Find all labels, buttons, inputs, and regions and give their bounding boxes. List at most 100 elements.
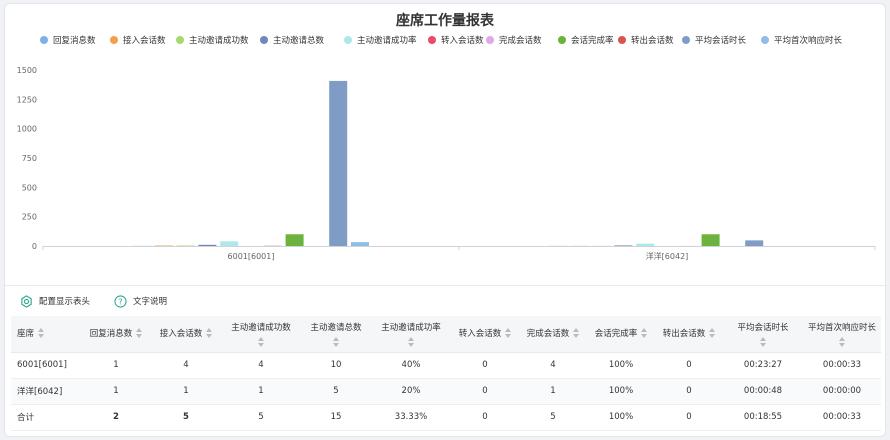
legend-dot-icon bbox=[176, 36, 184, 44]
y-tick-label: 250 bbox=[22, 213, 37, 222]
bar bbox=[745, 240, 764, 246]
column-header[interactable]: 转出会话数 bbox=[655, 316, 723, 353]
column-header[interactable]: 会话完成率 bbox=[587, 316, 655, 353]
column-header[interactable]: 转入会话数 bbox=[451, 316, 519, 353]
x-tick-label: 洋洋[6042] bbox=[646, 251, 689, 261]
column-header[interactable]: 主动邀请成功数 bbox=[221, 316, 301, 353]
column-header-label: 接入会话数 bbox=[159, 328, 203, 339]
total-row: 合计 2 5 5 15 33.33% 0 5 100% 0 00:18:55 00:00:33 bbox=[11, 404, 881, 431]
table-cell: 0 bbox=[655, 404, 723, 431]
table-cell: 4 bbox=[151, 352, 221, 379]
legend-dot-icon bbox=[558, 36, 566, 44]
sort-icon[interactable] bbox=[333, 336, 339, 347]
column-header[interactable]: 接入会话数 bbox=[151, 316, 221, 353]
bar bbox=[614, 245, 633, 246]
sort-icon[interactable] bbox=[839, 336, 845, 347]
sort-icon[interactable] bbox=[258, 336, 264, 347]
legend-label: 转出会话数 bbox=[631, 36, 674, 46]
table-cell: 0 bbox=[655, 378, 723, 405]
y-tick-label: 500 bbox=[22, 183, 37, 192]
table-cell: 5 bbox=[221, 404, 301, 431]
legend-label: 主动邀请成功率 bbox=[357, 36, 417, 46]
column-header[interactable]: 完成会话数 bbox=[519, 316, 587, 353]
table-cell: 5 bbox=[519, 404, 587, 431]
column-header-label: 主动邀请总数 bbox=[310, 322, 362, 333]
column-header[interactable]: 回复消息数 bbox=[81, 316, 151, 353]
table-cell: 33.33% bbox=[371, 404, 451, 431]
chart-legend: 回复消息数 接入会话数 主动邀请成功数 主动邀请总数 主动邀请成功率 转入会话数 完成会话数… bbox=[35, 32, 875, 48]
column-header[interactable]: 平均会话时长 bbox=[723, 316, 803, 353]
legend-item[interactable]: 接入会话数 bbox=[110, 32, 166, 48]
legend-label: 主动邀请总数 bbox=[273, 36, 325, 46]
legend-item[interactable]: 回复消息数 bbox=[40, 32, 96, 48]
table-cell: 1 bbox=[519, 378, 587, 405]
sort-icon[interactable] bbox=[206, 328, 213, 339]
sort-icon[interactable] bbox=[709, 328, 716, 339]
column-header-label: 座席 bbox=[17, 328, 35, 339]
legend-dot-icon bbox=[110, 36, 118, 44]
text-help-label: 文字说明 bbox=[133, 297, 168, 307]
table-cell: 15 bbox=[301, 404, 371, 431]
column-header-label: 转入会话数 bbox=[458, 328, 502, 339]
bar bbox=[329, 80, 348, 246]
column-header-label: 转出会话数 bbox=[662, 328, 706, 339]
y-tick-label: 1250 bbox=[17, 95, 37, 104]
column-header[interactable]: 主动邀请成功率 bbox=[371, 316, 451, 353]
bar bbox=[351, 242, 369, 246]
table-row: 洋洋[6042] 1 1 1 5 20% 0 1 100% 0 00:00:48 00:00:00 bbox=[11, 378, 881, 405]
table-toolbar: 配置显示表头 ? 文字说明 bbox=[5, 285, 885, 315]
text-help-button[interactable]: ? 文字说明 bbox=[113, 294, 167, 308]
table-cell: 00:23:27 bbox=[723, 352, 803, 379]
legend-item[interactable]: 主动邀请成功率 bbox=[344, 32, 417, 48]
legend-item[interactable]: 主动邀请成功数 bbox=[176, 32, 249, 48]
legend-label: 平均首次响应时长 bbox=[774, 36, 843, 46]
bar-chart: 0 250 500 750 1000 1250 1500 6001[6001] 洋洋[6042] bbox=[17, 66, 876, 261]
bar bbox=[636, 243, 655, 246]
legend-item[interactable]: 转入会话数 bbox=[428, 32, 484, 48]
y-tick-label: 750 bbox=[22, 154, 37, 163]
table-cell: 5 bbox=[151, 404, 221, 431]
sort-icon[interactable] bbox=[408, 336, 414, 347]
config-columns-button[interactable]: 配置显示表头 bbox=[19, 294, 90, 308]
bar bbox=[220, 241, 239, 246]
legend-label: 转入会话数 bbox=[441, 36, 484, 46]
column-header-label: 平均会话时长 bbox=[737, 322, 789, 333]
table-cell: 20% bbox=[371, 378, 451, 405]
x-tick-label: 6001[6001] bbox=[228, 252, 275, 261]
bar bbox=[198, 244, 217, 246]
legend-label: 平均会话时长 bbox=[695, 36, 747, 46]
legend-label: 回复消息数 bbox=[53, 36, 96, 46]
gear-icon bbox=[19, 294, 33, 308]
sort-icon[interactable] bbox=[760, 336, 766, 347]
report-panel: 座席工作量报表 回复消息数 接入会话数 主动邀请成功数 主动邀请总数 主动邀请成功率 转入… bbox=[4, 3, 886, 437]
legend-item[interactable]: 主动邀请总数 bbox=[260, 32, 324, 48]
table-cell: 0 bbox=[451, 378, 519, 405]
legend-item[interactable]: 会话完成率 bbox=[558, 32, 614, 48]
legend-item[interactable]: 平均会话时长 bbox=[682, 32, 746, 48]
column-header[interactable]: 平均首次响应时长 bbox=[803, 316, 881, 353]
bar bbox=[285, 234, 304, 246]
column-header-label: 主动邀请成功率 bbox=[381, 322, 441, 333]
legend-dot-icon bbox=[761, 36, 769, 44]
legend-dot-icon bbox=[344, 36, 352, 44]
bar bbox=[701, 234, 720, 246]
sort-icon[interactable] bbox=[641, 328, 648, 339]
legend-dot-icon bbox=[40, 36, 48, 44]
config-columns-label: 配置显示表头 bbox=[39, 297, 91, 307]
sort-icon[interactable] bbox=[38, 328, 45, 339]
sort-icon[interactable] bbox=[505, 328, 512, 339]
table-cell: 100% bbox=[587, 378, 655, 405]
table-header-row: 座席 回复消息数 接入会话数 主动邀请成功数 主动邀请总数 主动邀请成功率转入会话数 完成会… bbox=[11, 316, 881, 353]
legend-item[interactable]: 完成会话数 bbox=[486, 32, 542, 48]
legend-item[interactable]: 转出会话数 bbox=[618, 32, 674, 48]
sort-icon[interactable] bbox=[573, 328, 580, 339]
table-cell: 1 bbox=[221, 378, 301, 405]
column-header-label: 会话完成率 bbox=[594, 328, 638, 339]
table-cell: 5 bbox=[301, 378, 371, 405]
column-header[interactable]: 座席 bbox=[11, 316, 81, 353]
y-tick-label: 1000 bbox=[17, 125, 37, 134]
table-cell: 4 bbox=[221, 352, 301, 379]
column-header[interactable]: 主动邀请总数 bbox=[301, 316, 371, 353]
sort-icon[interactable] bbox=[136, 328, 143, 339]
legend-item[interactable]: 平均首次响应时长 bbox=[761, 32, 842, 48]
